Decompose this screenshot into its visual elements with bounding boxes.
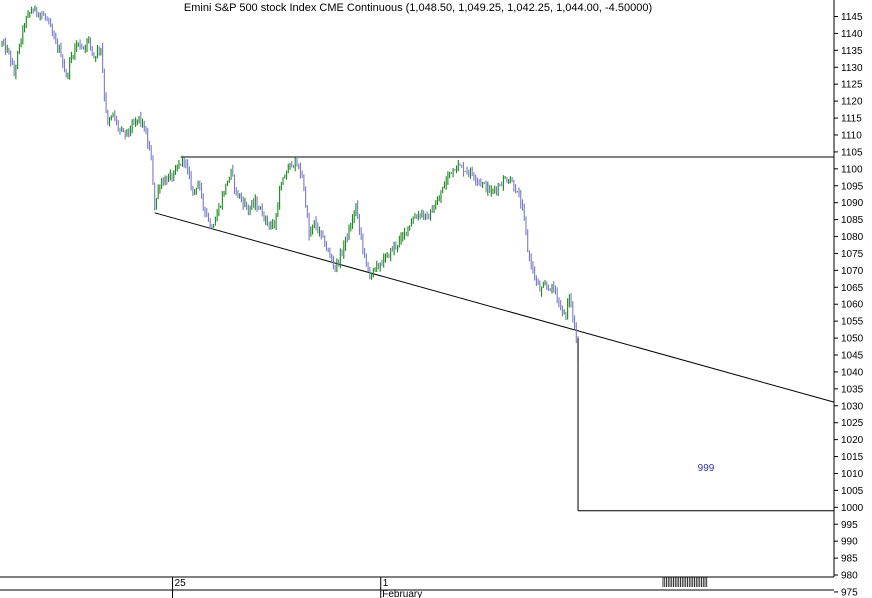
x-sublabel: February bbox=[382, 589, 422, 598]
y-tick-label: 1140 bbox=[841, 29, 863, 40]
y-tick-label: 1125 bbox=[841, 80, 863, 91]
y-tick-label: 1060 bbox=[841, 300, 864, 311]
y-tick-label: 995 bbox=[841, 520, 858, 531]
y-tick-label: 1005 bbox=[841, 486, 864, 497]
chart-title: Emini S&P 500 stock Index CME Continuous… bbox=[184, 2, 652, 14]
y-tick-label: 1055 bbox=[841, 317, 864, 328]
target-annotation: 999 bbox=[698, 463, 715, 474]
y-tick-label: 1100 bbox=[841, 164, 863, 175]
y-tick-label: 1050 bbox=[841, 334, 864, 345]
y-tick-label: 1040 bbox=[841, 367, 864, 378]
y-tick-label: 1015 bbox=[841, 452, 864, 463]
y-tick-label: 1085 bbox=[841, 215, 864, 226]
y-tick-label: 1110 bbox=[841, 130, 862, 141]
y-tick-label: 980 bbox=[841, 571, 858, 582]
y-tick-label: 1145 bbox=[841, 12, 863, 23]
y-tick-label: 1065 bbox=[841, 283, 864, 294]
y-tick-label: 1120 bbox=[841, 97, 863, 108]
y-tick-label: 1095 bbox=[841, 181, 864, 192]
y-tick-label: 1115 bbox=[841, 114, 862, 125]
y-tick-label: 1135 bbox=[841, 46, 863, 57]
y-tick-label: 1010 bbox=[841, 469, 864, 480]
y-tick-label: 1075 bbox=[841, 249, 864, 260]
y-tick-label: 975 bbox=[841, 587, 858, 598]
x-tick-label: 25 bbox=[175, 578, 187, 589]
y-tick-label: 1080 bbox=[841, 232, 864, 243]
y-tick-label: 1105 bbox=[841, 147, 863, 158]
y-tick-label: 1030 bbox=[841, 401, 864, 412]
y-tick-label: 1000 bbox=[841, 503, 864, 514]
y-tick-label: 990 bbox=[841, 537, 858, 548]
y-tick-label: 1045 bbox=[841, 351, 864, 362]
chart-background bbox=[0, 0, 872, 598]
y-tick-label: 1035 bbox=[841, 384, 864, 395]
price-chart: Emini S&P 500 stock Index CME Continuous… bbox=[0, 0, 872, 598]
y-tick-label: 1070 bbox=[841, 266, 864, 277]
y-tick-label: 1130 bbox=[841, 63, 863, 74]
y-tick-label: 1020 bbox=[841, 435, 864, 446]
y-tick-label: 985 bbox=[841, 554, 858, 565]
y-tick-label: 1090 bbox=[841, 198, 864, 209]
y-tick-label: 1025 bbox=[841, 418, 864, 429]
x-tick-label: 1 bbox=[383, 578, 389, 589]
